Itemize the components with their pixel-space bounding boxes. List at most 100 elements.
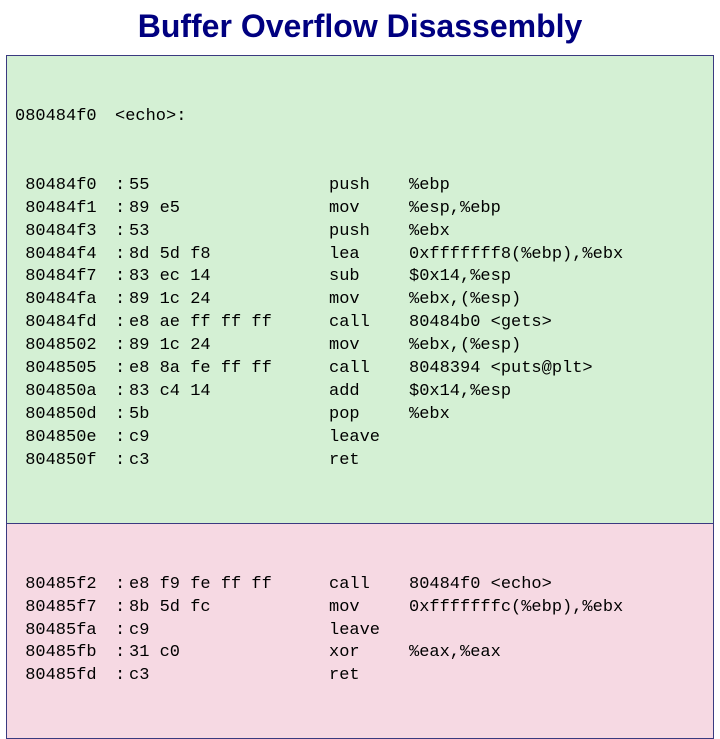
asm-line: 804850f:c3ret [15, 450, 705, 473]
operands: 0xfffffff8(%ebp),%ebx [409, 244, 705, 267]
addr: 8048502 [15, 335, 115, 358]
colon: : [115, 404, 129, 427]
bytes: 31 c0 [129, 642, 329, 665]
asm-line: 8048505:e8 8a fe ff ffcall8048394 <puts@… [15, 358, 705, 381]
bytes: e8 8a fe ff ff [129, 358, 329, 381]
addr: 804850f [15, 450, 115, 473]
asm-line: 80484f1:89 e5mov%esp,%ebp [15, 198, 705, 221]
colon: : [115, 381, 129, 404]
echo-block: 080484f0 <echo>: 80484f0:55push%ebp 8048… [7, 56, 713, 524]
mnemonic: call [329, 574, 409, 597]
asm-line: 804850d:5bpop%ebx [15, 404, 705, 427]
colon: : [115, 198, 129, 221]
colon: : [115, 574, 129, 597]
operands: %ebx [409, 404, 705, 427]
asm-line: 80485f7:8b 5d fcmov0xfffffffc(%ebp),%ebx [15, 597, 705, 620]
operands: %ebp [409, 175, 705, 198]
asm-line: 80484fd:e8 ae ff ff ffcall80484b0 <gets> [15, 312, 705, 335]
caller-block: 80485f2:e8 f9 fe ff ffcall80484f0 <echo>… [7, 524, 713, 738]
mnemonic: call [329, 312, 409, 335]
addr: 80484f1 [15, 198, 115, 221]
bytes: 89 e5 [129, 198, 329, 221]
bytes: 89 1c 24 [129, 335, 329, 358]
operands [409, 665, 705, 688]
addr: 80485fd [15, 665, 115, 688]
colon: : [115, 642, 129, 665]
addr: 8048505 [15, 358, 115, 381]
asm-line: 80484f0:55push%ebp [15, 175, 705, 198]
operands [409, 427, 705, 450]
bytes: 83 ec 14 [129, 266, 329, 289]
addr: 80484f3 [15, 221, 115, 244]
addr: 80484fd [15, 312, 115, 335]
asm-line: 80484f4:8d 5d f8lea0xfffffff8(%ebp),%ebx [15, 244, 705, 267]
bytes: c3 [129, 665, 329, 688]
mnemonic: ret [329, 665, 409, 688]
colon: : [115, 358, 129, 381]
mnemonic: lea [329, 244, 409, 267]
addr: 80485f7 [15, 597, 115, 620]
operands: %ebx,(%esp) [409, 289, 705, 312]
operands: $0x14,%esp [409, 266, 705, 289]
header-label: <echo>: [115, 106, 186, 129]
mnemonic: add [329, 381, 409, 404]
colon: : [115, 597, 129, 620]
mnemonic: xor [329, 642, 409, 665]
addr: 80484f4 [15, 244, 115, 267]
addr: 80485f2 [15, 574, 115, 597]
bytes: 89 1c 24 [129, 289, 329, 312]
colon: : [115, 665, 129, 688]
addr: 80485fb [15, 642, 115, 665]
asm-line: 80484f7:83 ec 14sub$0x14,%esp [15, 266, 705, 289]
bytes: c9 [129, 620, 329, 643]
addr: 80484f7 [15, 266, 115, 289]
mnemonic: mov [329, 335, 409, 358]
colon: : [115, 175, 129, 198]
bytes: 55 [129, 175, 329, 198]
operands: 80484b0 <gets> [409, 312, 705, 335]
mnemonic: mov [329, 289, 409, 312]
colon: : [115, 335, 129, 358]
mnemonic: push [329, 175, 409, 198]
operands: 8048394 <puts@plt> [409, 358, 705, 381]
mnemonic: call [329, 358, 409, 381]
func-header: 080484f0 <echo>: [15, 106, 705, 129]
operands: 0xfffffffc(%ebp),%ebx [409, 597, 705, 620]
colon: : [115, 450, 129, 473]
operands [409, 620, 705, 643]
addr: 80484fa [15, 289, 115, 312]
asm-line: 80485fa:c9leave [15, 620, 705, 643]
mnemonic: ret [329, 450, 409, 473]
addr: 804850e [15, 427, 115, 450]
mnemonic: pop [329, 404, 409, 427]
addr: 804850a [15, 381, 115, 404]
bytes: e8 f9 fe ff ff [129, 574, 329, 597]
asm-line: 80484f3:53push%ebx [15, 221, 705, 244]
bytes: c9 [129, 427, 329, 450]
colon: : [115, 266, 129, 289]
bytes: 8b 5d fc [129, 597, 329, 620]
operands: %ebx,(%esp) [409, 335, 705, 358]
mnemonic: sub [329, 266, 409, 289]
colon: : [115, 221, 129, 244]
bytes: 83 c4 14 [129, 381, 329, 404]
asm-line: 8048502:89 1c 24mov%ebx,(%esp) [15, 335, 705, 358]
operands [409, 450, 705, 473]
addr: 80485fa [15, 620, 115, 643]
addr: 804850d [15, 404, 115, 427]
asm-line: 804850e:c9leave [15, 427, 705, 450]
asm-line: 80485fb:31 c0xor%eax,%eax [15, 642, 705, 665]
colon: : [115, 620, 129, 643]
colon: : [115, 289, 129, 312]
asm-line: 80485fd:c3ret [15, 665, 705, 688]
asm-line: 80485f2:e8 f9 fe ff ffcall80484f0 <echo> [15, 574, 705, 597]
page-title: Buffer Overflow Disassembly [0, 0, 720, 55]
header-addr: 080484f0 [15, 106, 115, 129]
mnemonic: leave [329, 620, 409, 643]
code-container: 080484f0 <echo>: 80484f0:55push%ebp 8048… [6, 55, 714, 739]
colon: : [115, 427, 129, 450]
bytes: 53 [129, 221, 329, 244]
bytes: 5b [129, 404, 329, 427]
bytes: c3 [129, 450, 329, 473]
asm-line: 80484fa:89 1c 24mov%ebx,(%esp) [15, 289, 705, 312]
